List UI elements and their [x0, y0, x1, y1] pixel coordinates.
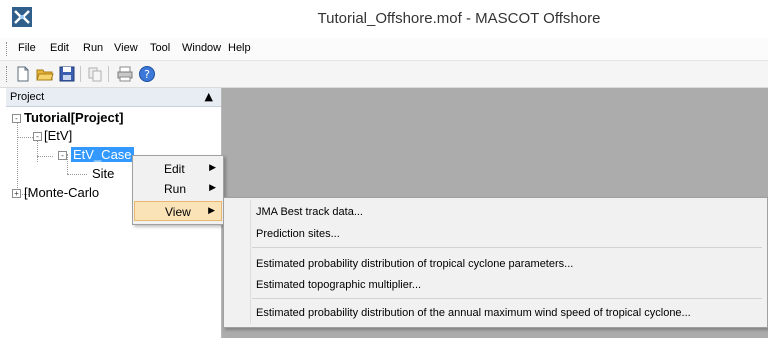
- tree-guide: [67, 154, 68, 174]
- menu-help[interactable]: Help: [228, 42, 251, 54]
- copy-icon[interactable]: [86, 65, 104, 83]
- submenu-gutter: [250, 200, 251, 324]
- submenu-annual-max-wind-speed[interactable]: Estimated probability distribution of th…: [256, 307, 691, 319]
- submenu-jma-best-track[interactable]: JMA Best track data...: [256, 206, 363, 218]
- toolbar: ?: [0, 61, 768, 88]
- view-submenu: JMA Best track data... Prediction sites.…: [223, 197, 768, 328]
- submenu-arrow-icon: ▶: [208, 205, 215, 215]
- project-panel-header: Project ▲: [6, 88, 221, 107]
- svg-text:?: ?: [144, 68, 150, 81]
- window-title: Tutorial_Offshore.mof - MASCOT Offshore: [317, 10, 601, 27]
- submenu-separator: [252, 247, 762, 248]
- pin-icon[interactable]: ▲: [205, 90, 213, 103]
- tree-node-root[interactable]: Tutorial[Project]: [24, 110, 123, 125]
- context-menu-view-label: View: [165, 205, 191, 219]
- title-bar: Tutorial_Offshore.mof - MASCOT Offshore: [0, 0, 768, 38]
- tree-guide: [67, 174, 87, 175]
- tree-node-etv-case[interactable]: EtV_Case: [71, 147, 134, 162]
- context-menu-edit[interactable]: Edit ▶: [134, 159, 222, 179]
- print-icon[interactable]: [116, 65, 134, 83]
- menu-file[interactable]: File: [18, 42, 36, 54]
- toolbar-separator: [108, 66, 109, 82]
- tree-guide: [37, 156, 53, 157]
- menu-tool[interactable]: Tool: [150, 42, 170, 54]
- help-icon[interactable]: ?: [138, 65, 156, 83]
- menu-bar: File Edit Run View Tool Window Help: [0, 38, 768, 61]
- submenu-prediction-sites[interactable]: Prediction sites...: [256, 228, 340, 240]
- submenu-topographic-multiplier[interactable]: Estimated topographic multiplier...: [256, 279, 421, 291]
- save-icon[interactable]: [58, 65, 76, 83]
- toolbar-separator: [80, 66, 81, 82]
- tree-node-monte-carlo[interactable]: [Monte-Carlo: [24, 185, 99, 200]
- menu-run[interactable]: Run: [83, 42, 103, 54]
- submenu-separator: [252, 298, 762, 299]
- tree-guide: [17, 122, 18, 194]
- new-file-icon[interactable]: [14, 65, 32, 83]
- collapse-etv-case-icon[interactable]: -: [58, 151, 67, 160]
- submenu-cyclone-parameters[interactable]: Estimated probability distribution of tr…: [256, 258, 573, 270]
- menu-window[interactable]: Window: [182, 42, 221, 54]
- collapse-root-icon[interactable]: -: [12, 114, 21, 123]
- tree-guide: [37, 138, 38, 162]
- toolbar-grip[interactable]: [6, 66, 9, 82]
- context-menu-view[interactable]: View ▶: [134, 201, 222, 221]
- context-menu: Edit ▶ Run ▶ View ▶: [132, 155, 224, 225]
- menu-edit[interactable]: Edit: [50, 42, 69, 54]
- collapse-etv-icon[interactable]: -: [33, 132, 42, 141]
- submenu-arrow-icon: ▶: [209, 182, 216, 192]
- context-menu-run[interactable]: Run ▶: [134, 179, 222, 199]
- submenu-arrow-icon: ▶: [209, 162, 216, 172]
- context-menu-edit-label: Edit: [164, 162, 185, 176]
- expand-monte-carlo-icon[interactable]: +: [12, 189, 21, 198]
- project-panel-title: Project: [10, 91, 45, 103]
- tree-node-etv[interactable]: [EtV]: [44, 128, 72, 143]
- tree-node-site[interactable]: Site: [92, 166, 114, 181]
- context-menu-run-label: Run: [164, 182, 187, 196]
- tree-guide: [17, 137, 33, 138]
- menu-view[interactable]: View: [114, 42, 138, 54]
- open-folder-icon[interactable]: [36, 65, 54, 83]
- menu-grip[interactable]: [6, 42, 9, 56]
